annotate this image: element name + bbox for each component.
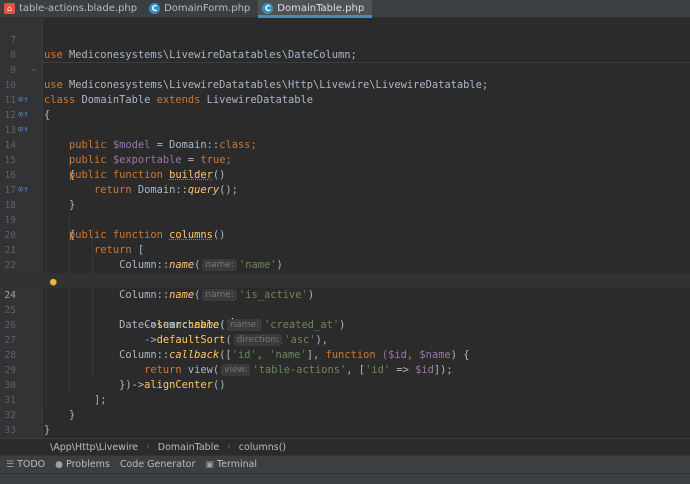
tab-domain-table[interactable]: C DomainTable.php [258, 0, 373, 18]
brace: } [44, 424, 51, 436]
terminal-icon: ▣ [205, 459, 214, 470]
tab-domain-form[interactable]: C DomainForm.php [145, 0, 258, 17]
editor-tab-bar: ⌂ table-actions.blade.php C DomainForm.p… [0, 0, 690, 18]
code-line-28: 28 return view(view:'table-actions', ['i… [0, 333, 690, 376]
code-line-11: 11 { [0, 78, 690, 121]
todo-tool-button[interactable]: ☰ TODO [6, 459, 45, 470]
breadcrumb: \App\Http\Livewire › DomainTable › colum… [0, 438, 690, 455]
list-icon: ☰ [6, 459, 15, 470]
lightbulb-icon[interactable]: ● [50, 274, 57, 289]
override-icon[interactable]: ⊙↑ [18, 108, 29, 123]
tool-label: Code Generator [119, 459, 196, 470]
tab-label: table-actions.blade.php [19, 3, 138, 14]
tab-label: DomainForm.php [164, 3, 251, 14]
breadcrumb-class[interactable]: DomainTable [154, 442, 223, 453]
php-class-icon: C [149, 3, 161, 14]
code-editor[interactable]: 7 use Mediconesystems\LivewireDatatables… [0, 18, 690, 438]
code-line-25: 25 DateColumn::name(name:'created_at') [0, 288, 690, 331]
php-class-icon: C [262, 3, 274, 14]
code-line-21: 21 Column::name(name:'name') [0, 228, 690, 271]
blade-file-icon: ⌂ [4, 3, 15, 14]
override-icon[interactable]: ⊙↑ [18, 123, 29, 138]
override-icon[interactable]: ⊙↑ [18, 183, 29, 198]
code-line-13: 13 ⊙↑ public $exportable = true; [0, 108, 690, 166]
code-line-8: 8 ⌐ use Mediconesystems\LivewireDatatabl… [0, 33, 690, 91]
info-icon: ● [55, 459, 64, 470]
code-generator-tool-button[interactable]: Code Generator [120, 459, 196, 470]
code-line-10: 10 class DomainTable extends LivewireDat… [0, 63, 690, 106]
chevron-right-icon: › [227, 442, 231, 452]
breadcrumb-method[interactable]: columns() [235, 442, 290, 453]
code-line-30: 30 ]; [0, 363, 690, 406]
tool-window-bar: ☰ TODO ● Problems Code Generator ▣ Termi… [0, 455, 690, 473]
code-line-16: 16 return Domain::query(); [0, 153, 690, 196]
code-line-19: 19 { [0, 198, 690, 241]
code-line-23: 23 Column::name(name:'is_active') [0, 258, 690, 301]
code-line-22: 22 ->searchable(), [0, 243, 690, 286]
code-line-14: 14 ⊙↑ public function builder() [0, 123, 690, 181]
code-line-31: 31 } [0, 378, 690, 421]
code-line-20: 20 return [ [0, 213, 690, 256]
breadcrumb-namespace[interactable]: \App\Http\Livewire [46, 442, 142, 453]
tool-label: TODO [17, 459, 46, 470]
code-line-18: 18 ⊙↑ public function columns() [0, 183, 690, 241]
code-line-29: 29 })->alignCenter() [0, 348, 690, 391]
tab-label: DomainTable.php [277, 3, 365, 14]
code-line-26: 26 ->defaultSort(direction:'asc'), [0, 303, 690, 346]
chevron-right-icon: › [146, 442, 150, 452]
tab-table-actions-blade[interactable]: ⌂ table-actions.blade.php [0, 0, 145, 17]
code-line-33: 33 [0, 408, 690, 436]
terminal-tool-button[interactable]: ▣ Terminal [205, 459, 257, 470]
override-icon[interactable]: ⊙↑ [18, 93, 29, 108]
status-bar [0, 473, 690, 484]
tool-label: Problems [66, 459, 110, 470]
code-line-7: 7 use Mediconesystems\LivewireDatatables… [0, 18, 690, 61]
code-line-32: 32 } [0, 393, 690, 436]
code-line-9: 9 [0, 48, 690, 76]
code-line-17: 17 } [0, 168, 690, 211]
line-number: 33 [4, 425, 16, 436]
code-line-12: 12 ⊙↑ public $model = Domain::class; [0, 93, 690, 151]
code-line-27: 27 Column::callback(['id', 'name'], func… [0, 318, 690, 361]
code-line-24-current: 24 ● ->searchable() [0, 273, 690, 331]
tool-label: Terminal [216, 459, 258, 470]
problems-tool-button[interactable]: ● Problems [55, 459, 110, 470]
code-line-15: 15 { [0, 138, 690, 181]
